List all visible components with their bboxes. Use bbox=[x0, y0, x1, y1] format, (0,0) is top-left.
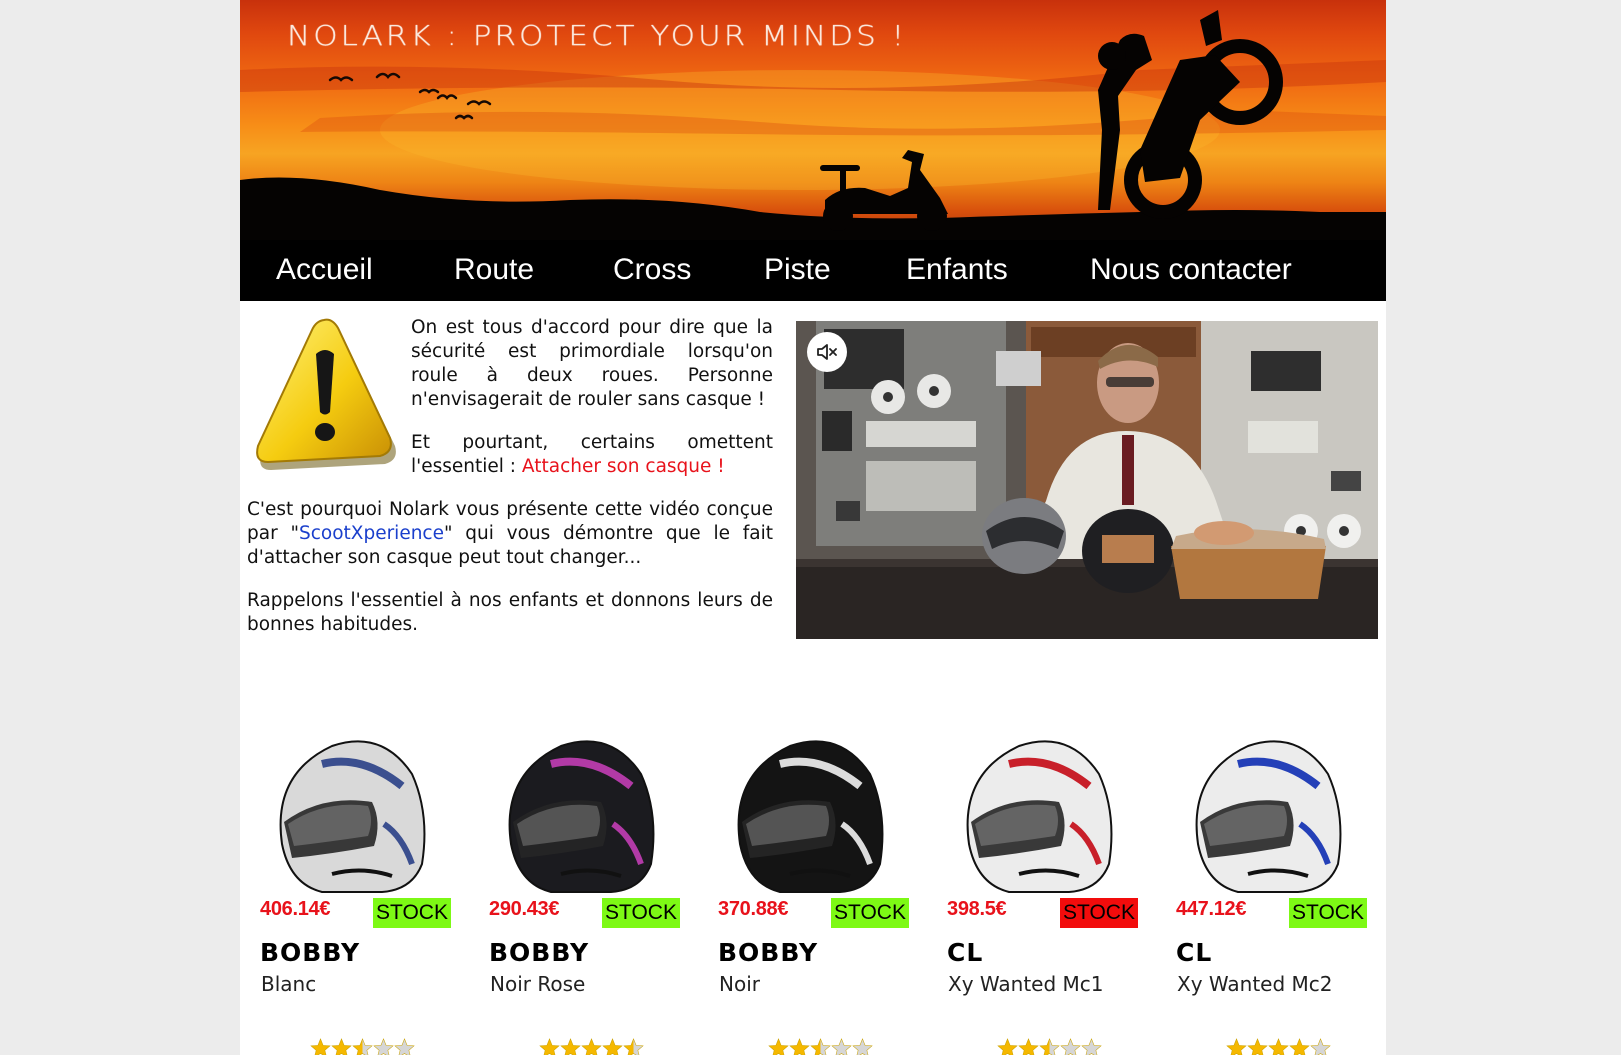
video-frame-lab-scene bbox=[796, 321, 1378, 639]
star-icon bbox=[789, 1038, 810, 1055]
brand-logo: CL bbox=[947, 938, 984, 967]
header-banner: Nolark : Protect your minds ! bbox=[240, 0, 1386, 240]
product-price: 447.12€ bbox=[1176, 898, 1247, 920]
intro-paragraph-4: Rappelons l'essentiel à nos enfants et d… bbox=[247, 590, 773, 635]
speaker-muted-icon bbox=[817, 344, 837, 360]
brand-logo: Bobby bbox=[260, 938, 361, 967]
star-icon bbox=[1310, 1038, 1331, 1055]
star-icon bbox=[997, 1038, 1018, 1055]
star-icon bbox=[852, 1038, 873, 1055]
product-card[interactable]: 290.43€ STOCK Bobby Noir Rose bbox=[469, 718, 680, 1055]
nav-item-cross[interactable]: Cross bbox=[613, 240, 691, 301]
star-rating bbox=[310, 1038, 415, 1055]
star-icon bbox=[1018, 1038, 1039, 1055]
star-icon bbox=[1081, 1038, 1102, 1055]
helmet-image[interactable] bbox=[491, 724, 661, 900]
star-icon bbox=[1247, 1038, 1268, 1055]
star-icon bbox=[1039, 1038, 1060, 1055]
star-icon bbox=[623, 1038, 644, 1055]
site-title: Nolark : Protect your minds ! bbox=[287, 19, 908, 53]
intro-text: On est tous d'accord pour dire que la sé… bbox=[247, 316, 773, 656]
stock-badge: STOCK bbox=[1289, 898, 1367, 928]
star-icon bbox=[1226, 1038, 1247, 1055]
star-icon bbox=[560, 1038, 581, 1055]
product-price: 370.88€ bbox=[718, 898, 789, 920]
star-icon bbox=[331, 1038, 352, 1055]
star-icon bbox=[1289, 1038, 1310, 1055]
highlight-attach-helmet: Attacher son casque ! bbox=[521, 456, 725, 477]
main-navigation: Accueil Route Cross Piste Enfants Nous c… bbox=[240, 240, 1386, 301]
stock-badge: STOCK bbox=[831, 898, 909, 928]
star-icon bbox=[1268, 1038, 1289, 1055]
star-icon bbox=[768, 1038, 789, 1055]
brand-logo: Bobby bbox=[718, 938, 819, 967]
star-icon bbox=[581, 1038, 602, 1055]
star-icon bbox=[394, 1038, 415, 1055]
product-price: 398.5€ bbox=[947, 898, 1007, 920]
product-price: 406.14€ bbox=[260, 898, 331, 920]
brand-logo: CL bbox=[1176, 938, 1213, 967]
star-rating bbox=[997, 1038, 1102, 1055]
star-icon bbox=[1060, 1038, 1081, 1055]
star-rating bbox=[1226, 1038, 1331, 1055]
product-card[interactable]: 406.14€ STOCK Bobby Blanc bbox=[240, 718, 451, 1055]
product-card[interactable]: 398.5€ STOCK CL Xy Wanted Mc1 bbox=[927, 718, 1138, 1055]
stock-badge: STOCK bbox=[1060, 898, 1138, 928]
product-model[interactable]: Noir bbox=[719, 972, 760, 996]
warning-icon bbox=[256, 318, 396, 470]
helmet-image[interactable] bbox=[720, 724, 890, 900]
star-rating bbox=[768, 1038, 873, 1055]
scootxperience-link[interactable]: ScootXperience bbox=[299, 523, 444, 544]
star-icon bbox=[831, 1038, 852, 1055]
star-icon bbox=[373, 1038, 394, 1055]
page: Nolark : Protect your minds ! Accueil Ro… bbox=[240, 0, 1386, 1055]
product-model[interactable]: Noir Rose bbox=[490, 972, 585, 996]
product-model[interactable]: Xy Wanted Mc2 bbox=[1177, 972, 1333, 996]
star-icon bbox=[352, 1038, 373, 1055]
product-model[interactable]: Blanc bbox=[261, 972, 316, 996]
stock-badge: STOCK bbox=[373, 898, 451, 928]
helmet-image[interactable] bbox=[1178, 724, 1348, 900]
stock-badge: STOCK bbox=[602, 898, 680, 928]
nav-item-accueil[interactable]: Accueil bbox=[276, 240, 373, 301]
product-model[interactable]: Xy Wanted Mc1 bbox=[948, 972, 1104, 996]
product-card[interactable]: 370.88€ STOCK Bobby Noir bbox=[698, 718, 909, 1055]
helmet-image[interactable] bbox=[949, 724, 1119, 900]
star-icon bbox=[539, 1038, 560, 1055]
nav-item-enfants[interactable]: Enfants bbox=[906, 240, 1008, 301]
star-rating bbox=[539, 1038, 644, 1055]
nav-item-route[interactable]: Route bbox=[454, 240, 534, 301]
star-icon bbox=[310, 1038, 331, 1055]
star-icon bbox=[810, 1038, 831, 1055]
brand-logo: Bobby bbox=[489, 938, 590, 967]
product-price: 290.43€ bbox=[489, 898, 560, 920]
intro-paragraph-3: C'est pourquoi Nolark vous présente cett… bbox=[247, 498, 773, 570]
product-card[interactable]: 447.12€ STOCK CL Xy Wanted Mc2 bbox=[1156, 718, 1367, 1055]
mute-button[interactable] bbox=[807, 332, 847, 372]
star-icon bbox=[602, 1038, 623, 1055]
nav-item-nous-contacter[interactable]: Nous contacter bbox=[1090, 240, 1292, 301]
video-player[interactable] bbox=[796, 321, 1378, 639]
helmet-image[interactable] bbox=[262, 724, 432, 900]
nav-item-piste[interactable]: Piste bbox=[764, 240, 831, 301]
